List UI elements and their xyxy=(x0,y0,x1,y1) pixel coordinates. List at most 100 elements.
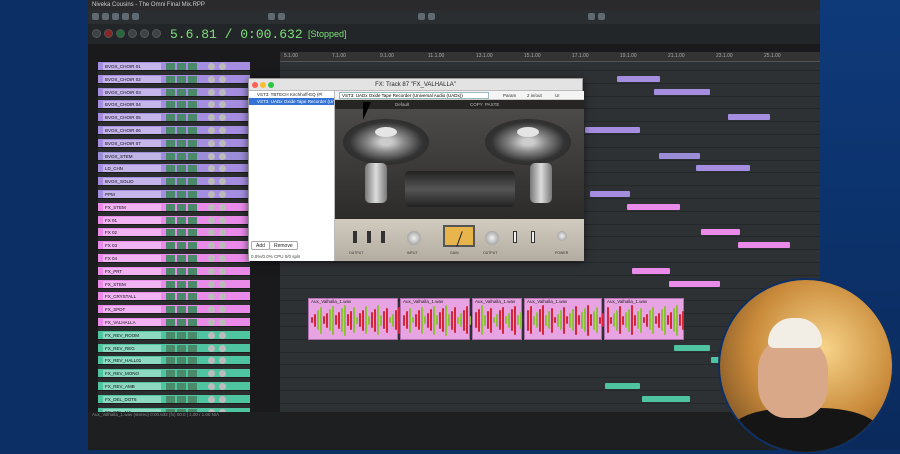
fx-button[interactable] xyxy=(188,139,197,147)
redo-icon[interactable] xyxy=(102,13,109,20)
pan-knob[interactable] xyxy=(219,101,226,109)
volume-knob[interactable] xyxy=(208,395,215,403)
volume-knob[interactable] xyxy=(208,139,215,147)
track-name[interactable]: BVOX_CHOIR 04 xyxy=(103,101,161,109)
fx-button[interactable] xyxy=(188,88,197,96)
solo-button[interactable] xyxy=(177,395,186,403)
mute-button[interactable] xyxy=(166,293,175,301)
stop-button[interactable] xyxy=(140,29,149,38)
solo-button[interactable] xyxy=(177,178,186,186)
mute-button[interactable] xyxy=(166,178,175,186)
volume-knob[interactable] xyxy=(208,127,215,134)
mute-button[interactable] xyxy=(166,191,175,198)
pan-knob[interactable] xyxy=(219,357,226,365)
track-name[interactable]: FX_STEM xyxy=(103,203,161,211)
solo-button[interactable] xyxy=(177,139,186,147)
solo-button[interactable] xyxy=(177,242,186,250)
play-button[interactable] xyxy=(116,29,125,38)
volume-knob[interactable] xyxy=(208,255,215,262)
track-name[interactable]: FX_REV_ROOM xyxy=(103,331,161,339)
fx-button[interactable] xyxy=(188,178,197,186)
mixer-icon[interactable] xyxy=(418,13,425,20)
solo-button[interactable] xyxy=(177,255,186,262)
pan-knob[interactable] xyxy=(219,191,226,198)
pan-knob[interactable] xyxy=(219,370,226,378)
solo-button[interactable] xyxy=(177,203,186,211)
volume-knob[interactable] xyxy=(208,101,215,109)
track-header[interactable]: FX_REV_REG xyxy=(98,343,250,353)
audio-clip[interactable]: Aux_Valhalla_1.wav xyxy=(400,298,471,340)
track-header[interactable]: BVOX_CHOIR 07 xyxy=(98,138,250,148)
mute-button[interactable] xyxy=(166,383,175,390)
media-item[interactable] xyxy=(669,280,720,287)
media-item[interactable] xyxy=(632,267,670,274)
track-header[interactable]: FX_STEM xyxy=(98,202,250,212)
undo-icon[interactable] xyxy=(92,13,99,20)
fx-button[interactable] xyxy=(188,293,197,301)
pan-knob[interactable] xyxy=(219,331,226,339)
track-header[interactable]: FX_REV_ROOM xyxy=(98,330,250,340)
pan-knob[interactable] xyxy=(219,255,226,262)
fx-button[interactable] xyxy=(188,370,197,378)
fx-button[interactable] xyxy=(188,280,197,288)
cal-switch[interactable] xyxy=(513,231,517,243)
pan-knob[interactable] xyxy=(219,293,226,301)
mute-button[interactable] xyxy=(166,357,175,365)
track-header[interactable]: FX_REV_AMB xyxy=(98,382,250,391)
track-header[interactable]: FX_PRT xyxy=(98,266,250,276)
track-name[interactable]: PPM xyxy=(103,191,161,198)
pan-knob[interactable] xyxy=(219,139,226,147)
track-header[interactable]: FX_STEM xyxy=(98,279,250,289)
paste-button[interactable]: PASTE xyxy=(485,100,499,109)
fx-button[interactable] xyxy=(188,383,197,390)
fx-button[interactable] xyxy=(188,267,197,275)
eq-switch[interactable] xyxy=(367,231,371,243)
media-item[interactable] xyxy=(659,152,700,159)
track-name[interactable]: FX 02 xyxy=(103,229,161,237)
zoom-icon[interactable] xyxy=(268,82,274,88)
mute-button[interactable] xyxy=(166,127,175,134)
track-header[interactable]: FX 02 xyxy=(98,228,250,238)
fx-button[interactable] xyxy=(188,319,197,326)
solo-button[interactable] xyxy=(177,216,186,224)
pan-knob[interactable] xyxy=(219,306,226,314)
volume-knob[interactable] xyxy=(208,306,215,314)
fx-button[interactable] xyxy=(188,203,197,211)
track-name[interactable]: FX_REV_AMB xyxy=(103,383,161,390)
audio-clip[interactable]: Aux_Valhalla_1.wav xyxy=(604,298,684,340)
media-item[interactable] xyxy=(738,242,790,249)
fx-button[interactable] xyxy=(188,127,197,134)
fx-chain-item[interactable]: VST3: TBTECH Kirchhoff-EQ (Pl xyxy=(249,91,334,98)
fx-button[interactable] xyxy=(188,216,197,224)
fx-button[interactable] xyxy=(188,152,197,160)
param-button[interactable]: Param xyxy=(503,92,516,99)
fx-button[interactable] xyxy=(188,191,197,198)
volume-knob[interactable] xyxy=(208,267,215,275)
pan-knob[interactable] xyxy=(219,383,226,390)
solo-button[interactable] xyxy=(177,306,186,314)
track-header[interactable]: BVOX_CHOIR 03 xyxy=(98,87,250,97)
solo-button[interactable] xyxy=(177,165,186,173)
mute-button[interactable] xyxy=(166,165,175,173)
track-header[interactable]: PPM xyxy=(98,190,250,199)
media-item[interactable] xyxy=(696,165,750,172)
media-item[interactable] xyxy=(617,75,660,82)
volume-knob[interactable] xyxy=(208,88,215,96)
pan-knob[interactable] xyxy=(219,280,226,288)
timeline-ruler[interactable]: 5.1.00 7.1.00 9.1.00 11.1.00 13.1.00 15.1.00 1… xyxy=(280,52,820,62)
volume-knob[interactable] xyxy=(208,152,215,160)
track-name[interactable]: BVOX_CHOIR 06 xyxy=(103,127,161,134)
track-name[interactable]: BVOX_SOLID xyxy=(103,178,161,186)
track-lane[interactable] xyxy=(280,62,820,71)
pause-button[interactable] xyxy=(128,29,137,38)
fx-button[interactable] xyxy=(188,101,197,109)
fx-button[interactable] xyxy=(188,165,197,173)
volume-knob[interactable] xyxy=(208,75,215,83)
pan-knob[interactable] xyxy=(219,165,226,173)
track-name[interactable]: BVOX_CHOIR 05 xyxy=(103,114,161,122)
track-header[interactable]: FX 01 xyxy=(98,215,250,225)
mute-button[interactable] xyxy=(166,242,175,250)
track-lane[interactable] xyxy=(280,267,820,276)
pan-knob[interactable] xyxy=(219,319,226,326)
grid-icon[interactable] xyxy=(112,13,119,20)
